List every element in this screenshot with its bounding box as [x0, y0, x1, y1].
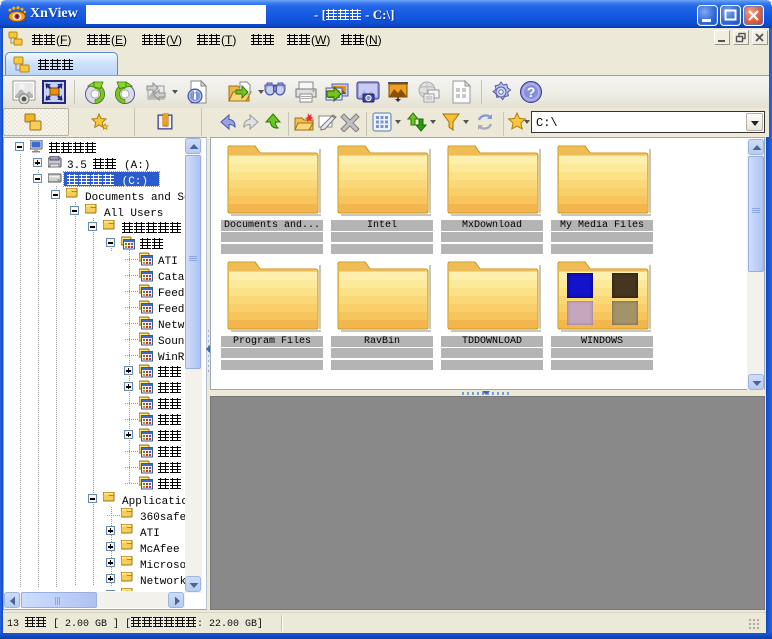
svg-text:?: ? — [527, 84, 536, 100]
